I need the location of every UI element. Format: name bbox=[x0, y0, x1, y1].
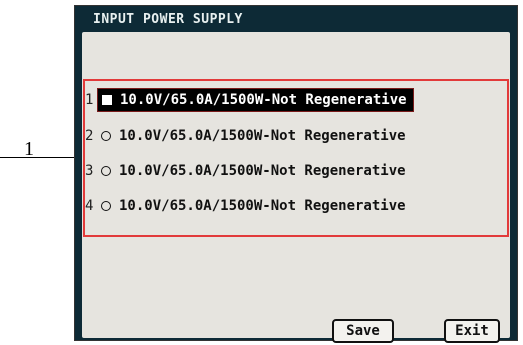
option-box: 10.0V/65.0A/1500W-Not Regenerative bbox=[97, 160, 412, 182]
power-supply-option-2[interactable]: 2 10.0V/65.0A/1500W-Not Regenerative bbox=[85, 125, 505, 147]
device-screen: INPUT POWER SUPPLY 1 10.0V/65.0A/1500W-N… bbox=[74, 5, 518, 343]
radio-selected-icon[interactable] bbox=[102, 95, 112, 105]
window-title: INPUT POWER SUPPLY bbox=[93, 12, 243, 27]
option-index: 2 bbox=[85, 128, 94, 144]
radio-icon[interactable] bbox=[101, 166, 111, 176]
option-label: 10.0V/65.0A/1500W-Not Regenerative bbox=[119, 198, 406, 214]
exit-button[interactable]: Exit bbox=[444, 319, 500, 343]
option-label: 10.0V/65.0A/1500W-Not Regenerative bbox=[120, 92, 407, 108]
save-button[interactable]: Save bbox=[332, 319, 394, 343]
option-index: 3 bbox=[85, 163, 94, 179]
option-box: 10.0V/65.0A/1500W-Not Regenerative bbox=[97, 125, 412, 147]
option-index: 4 bbox=[85, 198, 94, 214]
callout-line bbox=[0, 157, 80, 158]
option-box: 10.0V/65.0A/1500W-Not Regenerative bbox=[97, 88, 414, 112]
content-panel: 1 10.0V/65.0A/1500W-Not Regenerative 2 1… bbox=[82, 32, 510, 343]
option-box: 10.0V/65.0A/1500W-Not Regenerative bbox=[97, 195, 412, 217]
radio-icon[interactable] bbox=[101, 131, 111, 141]
option-label: 10.0V/65.0A/1500W-Not Regenerative bbox=[119, 128, 406, 144]
radio-icon[interactable] bbox=[101, 201, 111, 211]
power-supply-option-4[interactable]: 4 10.0V/65.0A/1500W-Not Regenerative bbox=[85, 195, 505, 217]
option-label: 10.0V/65.0A/1500W-Not Regenerative bbox=[119, 163, 406, 179]
power-supply-option-1[interactable]: 1 10.0V/65.0A/1500W-Not Regenerative bbox=[85, 88, 505, 112]
option-index: 1 bbox=[85, 92, 94, 108]
power-supply-option-3[interactable]: 3 10.0V/65.0A/1500W-Not Regenerative bbox=[85, 160, 505, 182]
